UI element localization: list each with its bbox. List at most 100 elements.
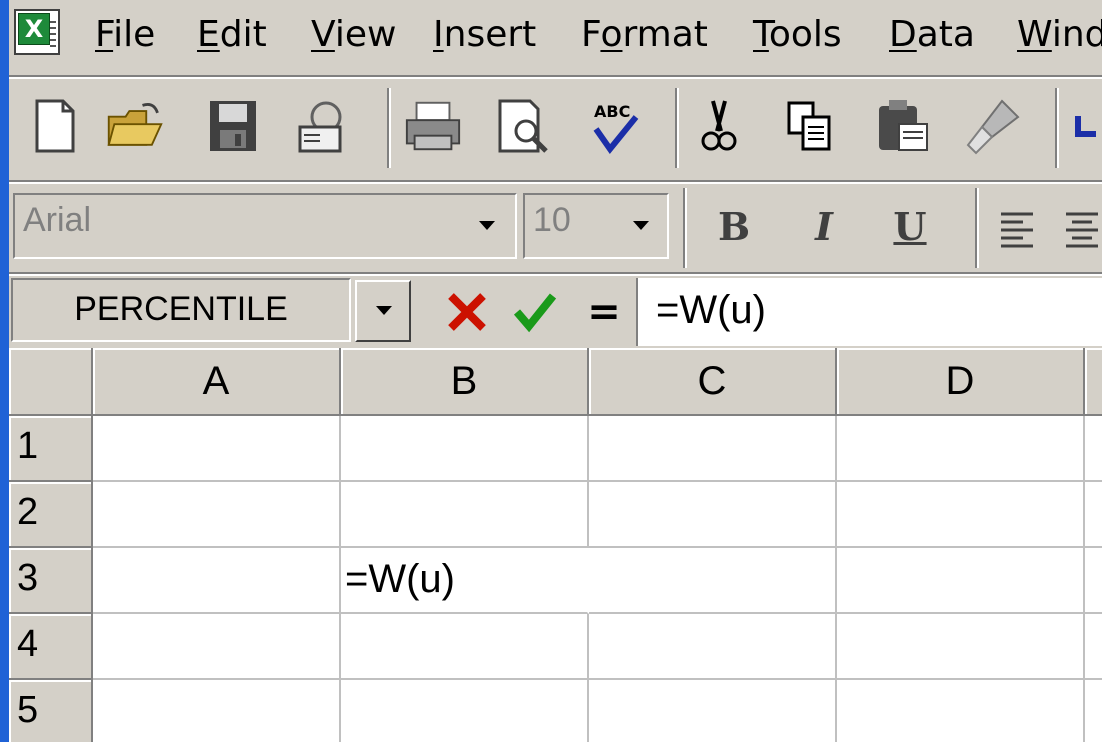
column-header-b[interactable]: B	[341, 348, 589, 416]
red-x-icon	[448, 293, 486, 331]
cell-b1[interactable]	[341, 416, 589, 482]
new-document-icon	[35, 99, 75, 153]
cell-area: =W(u)	[93, 416, 1102, 742]
cell-d2[interactable]	[837, 482, 1085, 548]
cell-a3[interactable]	[93, 548, 341, 614]
magnifier-page-icon	[498, 99, 548, 153]
chevron-down-icon	[376, 306, 392, 315]
align-center-button[interactable]	[1057, 194, 1102, 262]
formula-input[interactable]: =W(u)	[636, 278, 1102, 346]
cut-button[interactable]	[689, 92, 749, 160]
cancel-entry-button[interactable]	[441, 282, 493, 342]
menu-insert[interactable]: Insert	[433, 12, 536, 58]
new-button[interactable]	[25, 92, 85, 160]
scissors-icon	[701, 100, 737, 151]
menu-bar: X File Edit View Insert Format Tools Dat…	[9, 0, 1102, 77]
align-left-button[interactable]	[987, 194, 1047, 262]
print-preview-email-button[interactable]	[293, 92, 353, 160]
menu-edit[interactable]: Edit	[197, 12, 267, 58]
green-check-icon	[513, 293, 557, 333]
cell-c3[interactable]	[589, 548, 837, 614]
cell-b5[interactable]	[341, 680, 589, 742]
cell-d1[interactable]	[837, 416, 1085, 482]
standard-toolbar: ABC	[9, 80, 1102, 180]
cell-d5[interactable]	[837, 680, 1085, 742]
save-button[interactable]	[203, 92, 263, 160]
cell-a2[interactable]	[93, 482, 341, 548]
excel-window: X File Edit View Insert Format Tools Dat…	[9, 0, 1102, 742]
column-header-e[interactable]	[1085, 348, 1102, 416]
row-header-5[interactable]: 5	[9, 680, 93, 742]
font-size-value: 10	[533, 201, 571, 239]
paste-icon	[879, 100, 928, 151]
cell-c4[interactable]	[589, 614, 837, 680]
column-header-d[interactable]: D	[837, 348, 1085, 416]
align-left-icon	[1001, 212, 1033, 248]
floppy-disk-icon	[210, 101, 256, 151]
worksheet-grid: A B C D 1 2 3 4 5 =W(u)	[9, 348, 1102, 742]
menu-file[interactable]: File	[95, 12, 155, 58]
cell-c2[interactable]	[589, 482, 837, 548]
enter-button[interactable]	[509, 282, 561, 342]
print-preview-button[interactable]	[495, 92, 555, 160]
cell-e3[interactable]	[1085, 548, 1102, 614]
column-header-a[interactable]: A	[93, 348, 341, 416]
printer-icon	[405, 101, 461, 151]
cell-e1[interactable]	[1085, 416, 1102, 482]
spelling-button[interactable]: ABC	[585, 92, 645, 160]
cell-c5[interactable]	[589, 680, 837, 742]
name-box[interactable]: PERCENTILE	[11, 278, 351, 342]
menu-format[interactable]: Format	[581, 12, 708, 58]
row-header-4[interactable]: 4	[9, 614, 93, 680]
menu-window[interactable]: Window	[1017, 12, 1102, 58]
row-header-1[interactable]: 1	[9, 416, 93, 482]
open-button[interactable]	[105, 92, 165, 160]
name-box-dropdown-button[interactable]	[355, 280, 411, 342]
print-button[interactable]	[403, 92, 463, 160]
edit-formula-button[interactable]: =	[579, 282, 629, 342]
open-folder-icon	[107, 103, 163, 146]
paste-button[interactable]	[873, 92, 933, 160]
column-header-c[interactable]: C	[589, 348, 837, 416]
excel-app-icon[interactable]: X	[14, 9, 60, 55]
row-header-3[interactable]: 3	[9, 548, 93, 614]
undo-arrow-icon	[1075, 116, 1096, 137]
svg-text:ABC: ABC	[594, 102, 630, 121]
spellcheck-icon: ABC	[593, 102, 639, 154]
formatting-toolbar: Arial 10 B I U	[9, 184, 1102, 272]
cell-e5[interactable]	[1085, 680, 1102, 742]
font-name-combo[interactable]: Arial	[13, 193, 517, 259]
bold-button[interactable]: B	[709, 198, 759, 256]
align-center-icon	[1066, 212, 1098, 248]
italic-button[interactable]: I	[799, 198, 849, 256]
format-painter-button[interactable]	[963, 92, 1023, 160]
formula-bar: PERCENTILE = =W(u)	[9, 276, 1102, 348]
menu-divider	[9, 75, 1102, 79]
excel-x-icon: X	[18, 13, 50, 45]
menu-data[interactable]: Data	[889, 12, 975, 58]
underline-button[interactable]: U	[885, 198, 935, 256]
menu-view[interactable]: View	[311, 12, 396, 58]
cell-a1[interactable]	[93, 416, 341, 482]
font-size-combo[interactable]: 10	[523, 193, 669, 259]
cell-b3[interactable]: =W(u)	[341, 548, 589, 614]
font-name-value: Arial	[23, 201, 92, 239]
cell-c1[interactable]	[589, 416, 837, 482]
cell-e4[interactable]	[1085, 614, 1102, 680]
email-icon	[298, 101, 342, 153]
cell-e2[interactable]	[1085, 482, 1102, 548]
select-all-button[interactable]	[9, 348, 93, 416]
cell-b4[interactable]	[341, 614, 589, 680]
undo-button[interactable]	[1065, 92, 1102, 160]
copy-icon	[787, 101, 831, 151]
cell-a4[interactable]	[93, 614, 341, 680]
cell-b2[interactable]	[341, 482, 589, 548]
cell-a5[interactable]	[93, 680, 341, 742]
cell-d4[interactable]	[837, 614, 1085, 680]
row-header-2[interactable]: 2	[9, 482, 93, 548]
cell-d3[interactable]	[837, 548, 1085, 614]
chevron-down-icon	[479, 221, 495, 230]
paintbrush-icon	[966, 99, 1020, 155]
copy-button[interactable]	[779, 92, 839, 160]
menu-tools[interactable]: Tools	[753, 12, 842, 58]
